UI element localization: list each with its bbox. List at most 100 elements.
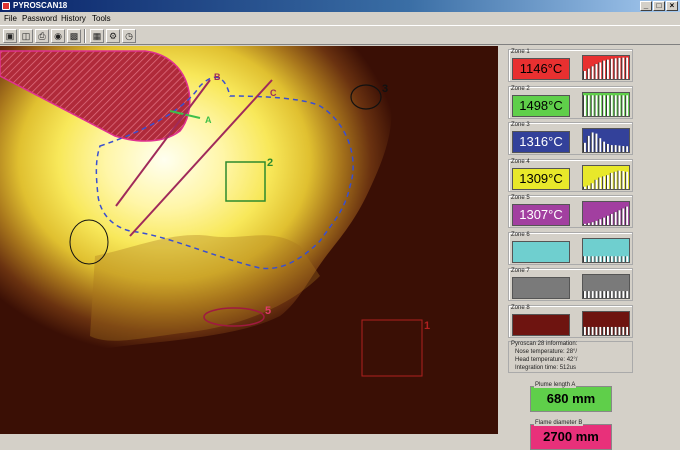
trend-bar bbox=[603, 326, 606, 335]
trend-bar-gap bbox=[594, 326, 596, 335]
trend-bar-gap bbox=[598, 326, 600, 335]
trend-bar-gap bbox=[606, 326, 607, 335]
trend-bar-gap bbox=[609, 255, 611, 262]
zone-5-panel[interactable]: Zone 5 1307°C bbox=[508, 195, 633, 228]
grid-icon[interactable]: ▦ bbox=[90, 29, 104, 43]
trend-bar-gap bbox=[617, 57, 619, 79]
trend-bar bbox=[610, 172, 613, 189]
trend-bar-gap bbox=[613, 291, 615, 298]
trend-bar-gap bbox=[621, 146, 623, 152]
trend-bar-gap bbox=[583, 326, 584, 335]
trend-bar-gap bbox=[583, 223, 584, 225]
settings-icon[interactable]: ⚙ bbox=[106, 29, 120, 43]
zone-4-panel[interactable]: Zone 4 1309°C bbox=[508, 158, 633, 192]
trend-bar bbox=[583, 326, 586, 335]
trend-bar bbox=[591, 132, 594, 152]
minimize-button[interactable]: _ bbox=[640, 1, 652, 11]
info-title: Pyroscan 28 information: bbox=[511, 341, 578, 347]
trend-bar bbox=[587, 68, 590, 79]
trend-bar bbox=[626, 171, 629, 189]
trend-bar-gap bbox=[594, 133, 596, 152]
trend-bar bbox=[614, 212, 617, 225]
plume-length-box: Plume length A 680 mm bbox=[530, 382, 612, 412]
trend-bar bbox=[587, 94, 590, 116]
zone-label: Zone 3 bbox=[511, 122, 530, 128]
zone-trend-chart bbox=[582, 237, 630, 263]
trend-bar-gap bbox=[625, 255, 627, 262]
trend-bar bbox=[610, 213, 613, 225]
trend-bar bbox=[587, 185, 590, 189]
trend-bar bbox=[587, 291, 590, 298]
chart-icon[interactable]: ▩ bbox=[67, 29, 81, 43]
zone-7-panel[interactable]: Zone 7 bbox=[508, 268, 633, 301]
print-icon[interactable]: ⎙ bbox=[35, 29, 49, 43]
menu-history[interactable]: History bbox=[61, 14, 86, 23]
trend-bar bbox=[622, 94, 625, 116]
maximize-button[interactable]: □ bbox=[653, 1, 665, 11]
zone-6-panel[interactable]: Zone 6 bbox=[508, 231, 633, 265]
trend-bar-gap bbox=[625, 57, 627, 79]
trend-bar bbox=[603, 175, 606, 189]
trend-bar bbox=[622, 170, 625, 189]
menu-file[interactable]: File bbox=[4, 14, 17, 23]
trend-bar-gap bbox=[617, 291, 619, 298]
trend-bar-gap bbox=[613, 326, 615, 335]
trend-bar bbox=[599, 62, 602, 79]
trend-bar bbox=[614, 58, 617, 79]
trend-bar bbox=[606, 94, 609, 116]
trend-bar bbox=[583, 291, 586, 298]
trend-bar-gap bbox=[594, 291, 596, 298]
trend-bar bbox=[618, 326, 621, 335]
trend-bar-gap bbox=[613, 171, 615, 189]
trend-bar-gap bbox=[617, 210, 619, 225]
zone-8-panel[interactable]: Zone 8 bbox=[508, 304, 633, 338]
trend-bar-gap bbox=[621, 208, 623, 225]
trend-bar bbox=[591, 94, 594, 116]
trend-bar bbox=[591, 182, 594, 189]
zone-1-panel[interactable]: Zone 1 1146°C bbox=[508, 49, 633, 82]
trend-bar bbox=[610, 58, 613, 79]
thermal-image-view[interactable]: A B C 2 3 5 1 bbox=[0, 46, 498, 434]
trend-bar bbox=[610, 326, 613, 335]
trend-bar bbox=[591, 222, 594, 225]
trend-bar bbox=[591, 291, 594, 298]
trend-bar bbox=[603, 217, 606, 225]
trend-bar bbox=[626, 326, 629, 335]
toolbar: ▣ ◫ ⎙ ◉ ▩ ▦ ⚙ ◷ bbox=[0, 25, 680, 45]
trend-bar bbox=[610, 291, 613, 298]
trend-bar bbox=[614, 291, 617, 298]
trend-bar bbox=[603, 60, 606, 79]
menu-password[interactable]: Password bbox=[22, 14, 57, 23]
trend-bar-gap bbox=[586, 135, 588, 152]
trend-bar bbox=[587, 255, 590, 262]
open-folder-icon[interactable]: ◫ bbox=[19, 29, 33, 43]
save-icon[interactable]: ▣ bbox=[3, 29, 17, 43]
trend-bar bbox=[614, 255, 617, 262]
trend-bar-gap bbox=[617, 94, 619, 116]
trend-bar-gap bbox=[606, 59, 607, 79]
zone-2-label: 2 bbox=[267, 157, 273, 169]
trend-bar-gap bbox=[583, 291, 584, 298]
trend-bar bbox=[606, 215, 609, 225]
trend-bar-gap bbox=[583, 142, 584, 152]
zone-temperature bbox=[512, 313, 570, 336]
clock-icon[interactable]: ◷ bbox=[122, 29, 136, 43]
trend-bar-gap bbox=[613, 58, 615, 79]
trend-bar bbox=[606, 59, 609, 79]
trend-bar bbox=[618, 94, 621, 116]
trend-bar bbox=[626, 146, 629, 152]
menu-tools[interactable]: Tools bbox=[92, 14, 111, 23]
trend-bar-gap bbox=[602, 175, 604, 189]
trend-bar-gap bbox=[586, 326, 588, 335]
close-button[interactable]: × bbox=[666, 1, 678, 11]
trend-bar bbox=[595, 64, 598, 79]
trend-bar-gap bbox=[613, 255, 615, 262]
zones-panel: Zone 1 1146°C Zone 2 1498°C Zone 3 1316°C Zone… bbox=[500, 46, 680, 450]
zone-2-panel[interactable]: Zone 2 1498°C bbox=[508, 85, 633, 119]
trend-bar bbox=[583, 255, 586, 262]
trend-bar-gap bbox=[609, 326, 611, 335]
zone-trend-chart bbox=[582, 201, 630, 226]
camera-icon[interactable]: ◉ bbox=[51, 29, 65, 43]
app-icon bbox=[2, 2, 10, 10]
zone-3-panel[interactable]: Zone 3 1316°C bbox=[508, 122, 633, 155]
